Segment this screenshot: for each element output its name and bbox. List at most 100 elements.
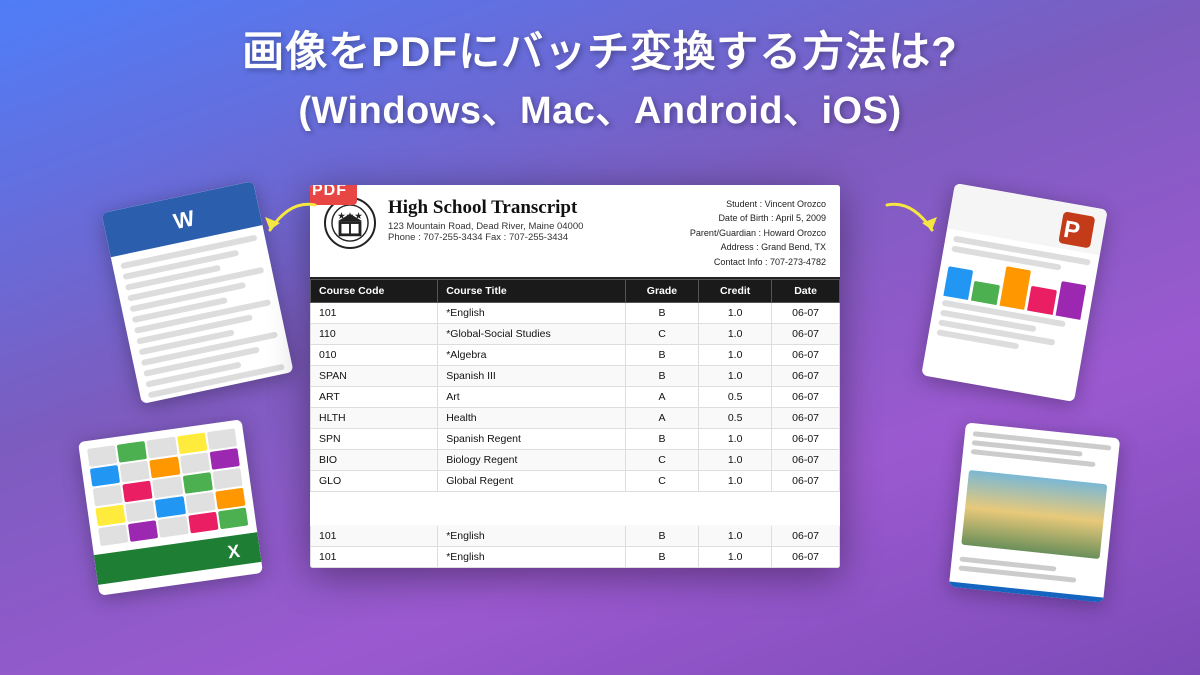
table-row: 101*EnglishB1.006-07	[311, 302, 840, 323]
table-cell: Spanish III	[438, 365, 626, 386]
table-cell: C	[625, 470, 698, 491]
table-cell: B	[625, 302, 698, 323]
excel-cell	[98, 524, 128, 546]
table-cell: A	[625, 407, 698, 428]
table-cell: 1.0	[699, 323, 772, 344]
excel-cell	[155, 496, 185, 518]
table-cell: 1.0	[699, 546, 772, 567]
table-cell: 1.0	[699, 428, 772, 449]
table-cell: BIO	[311, 449, 438, 470]
table-row: SPANSpanish IIIB1.006-07	[311, 365, 840, 386]
school-phone: Phone : 707-255-3434 Fax : 707-255-3434	[388, 232, 678, 243]
title-area: 画像をPDFにバッチ変換する方法は? (Windows、Mac、Android、…	[0, 18, 1200, 134]
chart-bar	[971, 281, 999, 305]
chart-bar	[1027, 286, 1056, 315]
table-cell: C	[625, 323, 698, 344]
table-cell	[772, 508, 840, 525]
table-cell: 101	[311, 302, 438, 323]
title-line1: 画像をPDFにバッチ変換する方法は?	[0, 18, 1200, 79]
table-cell: 06-07	[772, 546, 840, 567]
school-address: 123 Mountain Road, Dead River, Maine 040…	[388, 221, 678, 232]
table-cell: 0.5	[699, 407, 772, 428]
excel-cell	[125, 500, 155, 522]
student-info: Student : Vincent Orozco Date of Birth :…	[690, 197, 826, 269]
table-row: ARTArtA0.506-07	[311, 386, 840, 407]
table-row: 101*EnglishB1.006-07	[311, 546, 840, 567]
excel-cell	[218, 508, 248, 530]
excel-cell	[158, 516, 188, 538]
table-cell: GLO	[311, 470, 438, 491]
chart-bar	[999, 266, 1031, 310]
document-title-block: High School Transcript 123 Mountain Road…	[388, 197, 678, 243]
table-cell: 110	[311, 323, 438, 344]
excel-cell	[209, 448, 239, 470]
table-row	[311, 508, 840, 525]
table-cell: *Algebra	[438, 344, 626, 365]
table-row: 010*AlgebraB1.006-07	[311, 344, 840, 365]
table-cell: 010	[311, 344, 438, 365]
excel-cell	[207, 428, 237, 450]
table-cell	[625, 491, 698, 508]
document-title: High School Transcript	[388, 197, 678, 219]
excel-cell	[215, 488, 245, 510]
table-cell: B	[625, 428, 698, 449]
student-parent: Parent/Guardian : Howard Orozco	[690, 226, 826, 240]
visio-document-card: V	[949, 422, 1120, 602]
table-cell	[699, 491, 772, 508]
excel-document-card: X	[78, 419, 263, 595]
table-cell: 06-07	[772, 302, 840, 323]
excel-cell	[188, 512, 218, 534]
table-cell: Biology Regent	[438, 449, 626, 470]
table-cell: Art	[438, 386, 626, 407]
table-cell: 0.5	[699, 386, 772, 407]
table-cell	[772, 491, 840, 508]
table-row: BIOBiology RegentC1.006-07	[311, 449, 840, 470]
table-row: 101*EnglishB1.006-07	[311, 525, 840, 546]
table-cell: *English	[438, 546, 626, 567]
table-cell	[311, 491, 438, 508]
table-row: GLOGlobal RegentC1.006-07	[311, 470, 840, 491]
table-cell: *Global-Social Studies	[438, 323, 626, 344]
table-row: 110*Global-Social StudiesC1.006-07	[311, 323, 840, 344]
excel-cell	[90, 465, 120, 487]
excel-cell	[120, 461, 150, 483]
visio-line	[959, 565, 1077, 582]
col-grade: Grade	[625, 279, 698, 302]
document-header: ★★★ High School Transcript 123 Mountain …	[310, 185, 840, 279]
table-cell: 1.0	[699, 344, 772, 365]
svg-text:X: X	[226, 541, 241, 562]
table-cell: 06-07	[772, 386, 840, 407]
table-cell: *English	[438, 302, 626, 323]
table-cell: SPN	[311, 428, 438, 449]
col-date: Date	[772, 279, 840, 302]
table-body: 101*EnglishB1.006-07110*Global-Social St…	[311, 302, 840, 567]
word-icon: W	[163, 200, 201, 238]
excel-cell	[180, 452, 210, 474]
table-cell: Health	[438, 407, 626, 428]
chart-bar	[943, 266, 973, 300]
col-title: Course Title	[438, 279, 626, 302]
chart-bar	[1055, 281, 1086, 320]
excel-cell	[147, 437, 177, 459]
excel-cell	[93, 485, 123, 507]
arrow-left	[260, 195, 320, 245]
transcript-table: Course Code Course Title Grade Credit Da…	[310, 279, 840, 568]
visio-image	[961, 470, 1107, 559]
table-cell: HLTH	[311, 407, 438, 428]
table-row: SPNSpanish RegentB1.006-07	[311, 428, 840, 449]
table-cell: *English	[438, 525, 626, 546]
table-cell: 06-07	[772, 525, 840, 546]
excel-icon: X	[222, 536, 251, 565]
arrow-right	[882, 195, 942, 245]
table-cell: 06-07	[772, 407, 840, 428]
student-address: Address : Grand Bend, TX	[690, 240, 826, 254]
table-cell: B	[625, 365, 698, 386]
title-line2: (Windows、Mac、Android、iOS)	[0, 79, 1200, 134]
table-cell	[699, 508, 772, 525]
table-cell: B	[625, 344, 698, 365]
excel-cell	[182, 472, 212, 494]
excel-cell	[152, 476, 182, 498]
excel-cell	[185, 492, 215, 514]
table-cell	[438, 508, 626, 525]
table-cell: A	[625, 386, 698, 407]
